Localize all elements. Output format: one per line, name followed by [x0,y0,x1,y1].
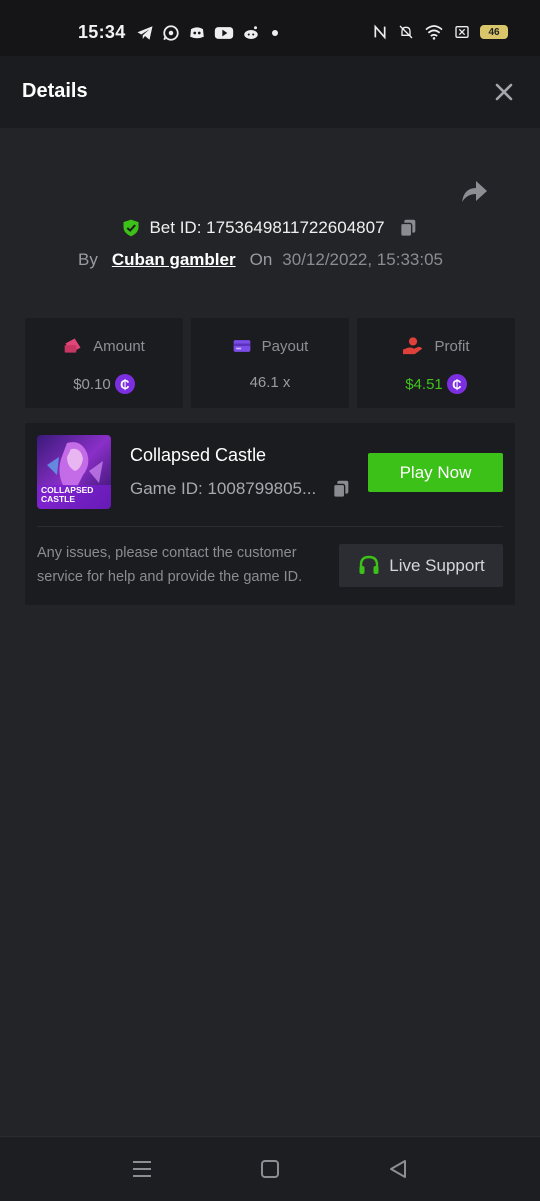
page-title: Details [22,80,88,102]
stat-profit: Profit $4.51 ₵ [357,318,515,408]
game-card: COLLAPSED CASTLE Collapsed Castle Game I… [25,423,515,605]
coin-icon: ₵ [114,374,135,394]
game-thumbnail[interactable]: COLLAPSED CASTLE [37,435,111,509]
card-icon [233,340,250,352]
status-bar: 15:34 46 [0,0,540,56]
copy-icon[interactable] [397,217,419,239]
live-support-label: Live Support [389,555,485,575]
game-id-row: Game ID: 1008799805... [130,478,352,500]
battery-icon: 46 [480,25,508,39]
support-text: Any issues, please contact the customer … [37,545,303,585]
copy-icon[interactable] [330,478,352,500]
game-name: Collapsed Castle [130,445,267,465]
divider [37,526,503,527]
stat-payout: Payout 46.1 x [191,318,349,408]
live-support-button[interactable]: Live Support [339,544,503,587]
system-icons: 46 [372,24,508,40]
discord-icon [190,27,204,39]
bet-id: Bet ID: 1753649811722604807 [149,218,385,237]
reddit-icon [244,26,258,39]
close-icon[interactable] [494,82,514,102]
hand-coin-icon [403,337,423,355]
home-icon[interactable] [258,1157,282,1181]
username-link[interactable]: Cuban gambler [112,250,236,270]
bet-date: 30/12/2022, 15:33:05 [282,250,443,269]
sim-x-icon [455,26,469,38]
headset-icon [359,555,379,574]
stat-payout-label: Payout [261,337,309,355]
notification-icons [136,24,282,42]
bet-stats: Amount $0.10 ₵ Payout 46.1 x Profit $4.5… [25,318,515,408]
by-label: By [78,250,98,269]
stat-payout-value: 46.1 x [249,374,291,391]
details-header: Details [0,56,540,128]
bell-off-icon [399,25,413,39]
stat-profit-label: Profit [434,337,470,355]
game-id: Game ID: 1008799805... [130,479,317,498]
stat-amount-label: Amount [93,337,145,355]
back-icon[interactable] [386,1157,410,1181]
play-now-button[interactable]: Play Now [368,453,503,492]
shield-check-icon [123,219,139,237]
stat-profit-value: $4.51 [405,375,443,393]
bet-meta-row: By Cuban gambler On 30/12/2022, 15:33:05 [78,250,443,270]
status-time: 15:34 [78,22,126,42]
money-icon [64,338,81,353]
youtube-icon [214,27,234,39]
menu-icon[interactable] [130,1157,154,1181]
wifi-icon [425,25,443,40]
stat-amount-value: $0.10 [73,375,111,393]
share-icon[interactable] [460,178,488,204]
telegram-icon [137,26,153,40]
dot-icon [272,30,278,36]
stat-amount: Amount $0.10 ₵ [25,318,183,408]
coin-icon: ₵ [446,374,467,394]
bet-id-row: Bet ID: 1753649811722604807 [0,217,540,239]
whatsapp-icon [163,25,179,41]
navigation-bar [0,1136,540,1201]
nfc-icon [374,24,386,40]
on-label: On [249,250,273,269]
thumb-title-line2: CASTLE [41,494,75,504]
